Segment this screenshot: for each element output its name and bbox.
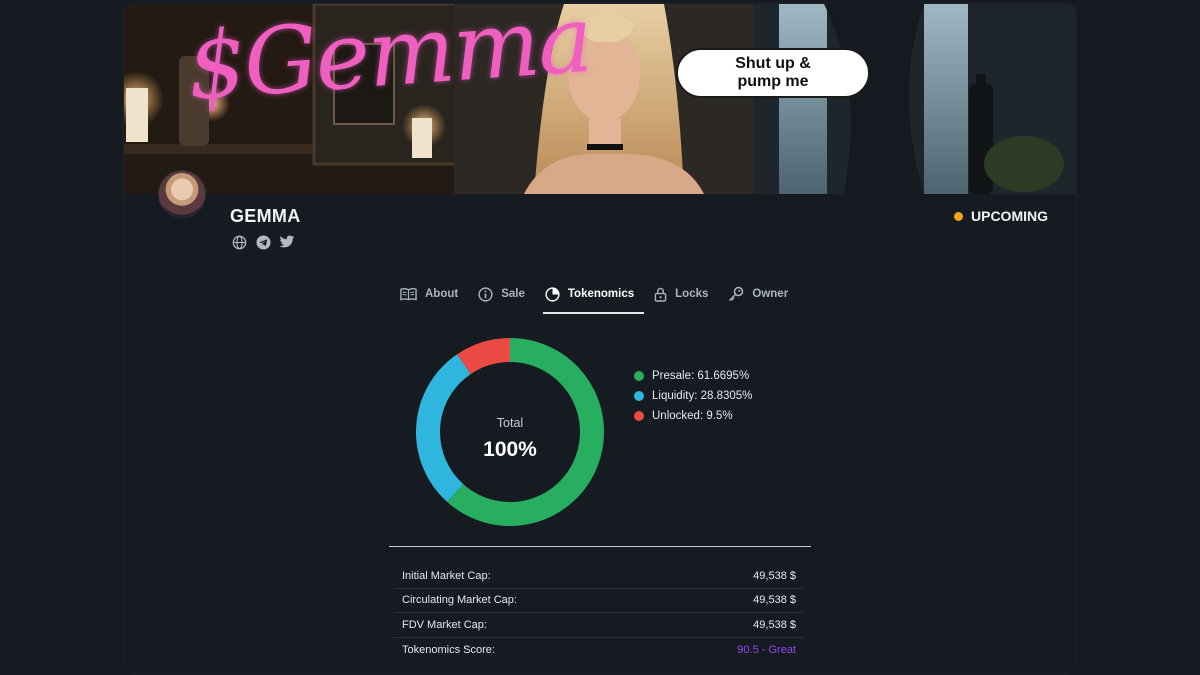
tab-label: Sale [501,288,525,300]
donut-center-label: Total [497,416,523,430]
status-dot [954,211,963,221]
speech-bubble-line-2: pump me [737,73,809,90]
legend-item-unlocked: Unlocked: 9.5% [634,406,752,426]
project-avatar [158,170,206,218]
pie-chart-icon [545,286,560,302]
tab-label: Owner [752,288,789,300]
stat-value: 49,538 $ [753,618,796,631]
info-icon [478,286,493,302]
telegram-icon[interactable] [255,234,271,250]
stat-value: 49,538 $ [753,569,796,582]
status-badge: UPCOMING [954,208,1048,224]
tab-sale[interactable]: Sale [478,284,535,314]
chart-legend: Presale: 61.6695% Liquidity: 28.8305% Un… [634,366,752,426]
donut-slice-presale [447,338,604,526]
tokenomics-score-value: 90.5 - Great [737,643,796,656]
market-stats-table: Initial Market Cap: 49,538 $ Circulating… [394,564,804,662]
section-divider [389,546,811,547]
project-banner: $Gemma Shut up & pump me [124,4,1076,194]
project-name: GEMMA [230,206,301,226]
book-icon [400,288,417,301]
tab-tokenomics[interactable]: Tokenomics [542,284,645,314]
social-links [231,234,295,250]
stat-label: FDV Market Cap: [402,618,487,631]
stat-label: Tokenomics Score: [402,643,495,656]
donut-center-value: 100% [483,438,537,461]
donut-slice-liquidity [416,354,471,502]
speech-bubble: Shut up & pump me [676,48,870,98]
speech-bubble-line-1: Shut up & [735,55,811,72]
stat-row-initial-market-cap: Initial Market Cap: 49,538 $ [394,564,804,589]
tab-bar: About Sale Tokenomics Locks Owner [400,284,808,314]
legend-item-liquidity: Liquidity: 28.8305% [634,386,752,406]
legend-dot-unlocked [634,411,644,421]
legend-item-presale: Presale: 61.6695% [634,366,752,386]
lock-icon [654,287,667,302]
tab-about[interactable]: About [400,284,468,314]
legend-label-liquidity: Liquidity: 28.8305% [652,390,753,402]
legend-label-presale: Presale: 61.6695% [652,370,750,382]
stat-value: 49,538 $ [753,594,796,607]
legend-dot-liquidity [634,391,644,401]
donut-slice-unlocked [457,338,511,375]
project-card: $Gemma Shut up & pump me GEMMA UPCOMING … [124,4,1076,673]
tab-owner[interactable]: Owner [728,284,798,314]
twitter-icon[interactable] [279,234,295,250]
stat-label: Initial Market Cap: [402,569,491,582]
globe-icon[interactable] [231,234,247,250]
tokenomics-donut-chart: Total 100% [416,338,604,526]
tab-label: Tokenomics [567,288,635,300]
stat-row-fdv-market-cap: FDV Market Cap: 49,538 $ [394,613,804,638]
legend-label-unlocked: Unlocked: 9.5% [652,410,733,422]
key-icon [729,286,744,302]
stat-row-tokenomics-score: Tokenomics Score: 90.5 - Great [394,638,804,663]
tab-label: Locks [675,288,709,300]
tab-label: About [425,288,459,300]
stat-label: Circulating Market Cap: [402,594,517,607]
status-label: UPCOMING [971,208,1048,224]
legend-dot-presale [634,371,644,381]
stat-row-circulating-market-cap: Circulating Market Cap: 49,538 $ [394,589,804,613]
tab-locks[interactable]: Locks [654,284,718,314]
